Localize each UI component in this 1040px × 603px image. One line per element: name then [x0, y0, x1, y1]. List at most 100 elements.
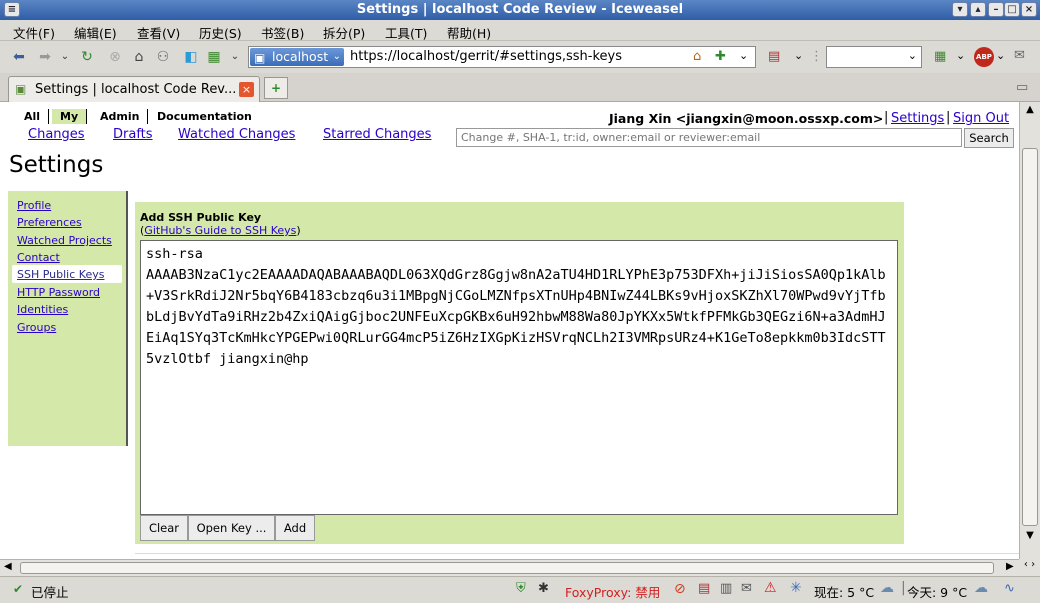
scroll-down-icon[interactable]: ▼	[1022, 530, 1038, 542]
url-bar[interactable]: ▣ localhost ⌄ https://localhost/gerrit/#…	[248, 46, 756, 68]
add-button[interactable]: Add	[275, 515, 315, 541]
clear-button[interactable]: Clear	[140, 515, 188, 541]
network-icon[interactable]: ✳	[790, 580, 802, 596]
site-identity-button[interactable]: ▣ localhost ⌄	[250, 48, 344, 66]
sign-out-link[interactable]: Sign Out	[953, 111, 1009, 126]
url-dropdown-icon[interactable]: ⌄	[739, 49, 748, 62]
weather-extra-icon[interactable]: ∿	[1004, 581, 1015, 596]
new-tab-button[interactable]: +	[264, 77, 288, 99]
scroll-right-icon[interactable]: ▶	[1006, 561, 1014, 572]
panel-divider	[135, 553, 1019, 554]
link-drafts[interactable]: Drafts	[113, 127, 153, 142]
user-divider: |	[884, 110, 889, 125]
nav-http-password[interactable]: HTTP Password	[17, 286, 100, 299]
tab-list-icon[interactable]: ▭	[1016, 80, 1028, 95]
bug-icon[interactable]: ✱	[538, 581, 549, 596]
search-input[interactable]	[456, 128, 962, 147]
link-watched-changes[interactable]: Watched Changes	[178, 127, 295, 142]
tab-close-icon[interactable]: ×	[239, 82, 254, 97]
menu-admin[interactable]: Admin	[92, 109, 149, 124]
readability-icon[interactable]: ▤	[768, 49, 780, 64]
nav-preferences[interactable]: Preferences	[17, 216, 82, 229]
settings-left-nav: Profile Preferences Watched Projects Con…	[8, 191, 128, 446]
menu-bookmarks[interactable]: 书签(B)	[261, 23, 304, 42]
reload-icon[interactable]: ↻	[78, 48, 96, 66]
menu-view[interactable]: 查看(V)	[137, 23, 180, 42]
screenshot-icon[interactable]: ◧	[182, 48, 200, 66]
cloud-today-icon: ☁	[974, 580, 988, 596]
menu-my[interactable]: My	[52, 109, 88, 124]
unshade-icon[interactable]: ▴	[970, 2, 986, 17]
cloud-icon: ☁	[880, 580, 894, 596]
foxyproxy-status[interactable]: FoxyProxy: 禁用	[565, 582, 660, 601]
site-identity-label: localhost	[272, 49, 329, 64]
nav-ssh-public-keys[interactable]: SSH Public Keys	[17, 268, 104, 281]
url-text: https://localhost/gerrit/#settings,ssh-k…	[350, 49, 623, 64]
menu-all[interactable]: All	[16, 109, 50, 124]
status-text: 已停止	[31, 585, 69, 600]
site-favicon-icon: ▣	[254, 51, 266, 65]
shade-icon[interactable]: ▾	[952, 2, 968, 17]
home-icon[interactable]: ⌂	[130, 48, 148, 66]
vertical-scrollbar[interactable]: ▲ ▼	[1019, 102, 1040, 559]
add-bookmark-icon[interactable]: ✚	[715, 49, 726, 64]
window-title-bar: ≡ Settings | localhost Code Review - Ice…	[0, 0, 1040, 20]
google-dropdown-icon[interactable]: ⌄	[226, 48, 244, 66]
nav-groups[interactable]: Groups	[17, 321, 56, 334]
vertical-scroll-thumb[interactable]	[1022, 148, 1038, 526]
stop-icon[interactable]: ⊗	[106, 48, 124, 66]
scroll-left-icon[interactable]: ◀	[4, 561, 12, 572]
open-key-button[interactable]: Open Key ...	[188, 515, 275, 541]
back-icon[interactable]: ⬅	[10, 48, 28, 66]
bookmark-manager-icon[interactable]: ⚇	[154, 48, 172, 66]
splitter-icon[interactable]: ⋮	[810, 49, 823, 64]
shield-icon[interactable]: ⛨	[516, 581, 526, 596]
warning-icon[interactable]: ⚠	[764, 580, 777, 596]
tab-favicon-icon: ▣	[15, 82, 27, 96]
nav-watched-projects[interactable]: Watched Projects	[17, 234, 112, 247]
forward-icon[interactable]: ➡	[36, 48, 54, 66]
horizontal-scroll-thumb[interactable]	[20, 562, 994, 574]
maximize-icon[interactable]: □	[1004, 2, 1020, 17]
menu-split[interactable]: 拆分(P)	[323, 23, 365, 42]
adblock-dropdown-icon[interactable]: ⌄	[996, 49, 1005, 62]
history-dropdown-icon[interactable]: ⌄	[56, 48, 74, 66]
mail-status-icon[interactable]: ✉	[741, 581, 752, 596]
nav-identities[interactable]: Identities	[17, 303, 68, 316]
close-icon[interactable]: ×	[1021, 2, 1037, 17]
weather-today[interactable]: 今天: 9 °C	[907, 582, 967, 601]
menu-file[interactable]: 文件(F)	[13, 23, 55, 42]
github-guide-link[interactable]: GitHub's Guide to SSH Keys	[144, 224, 296, 237]
menu-edit[interactable]: 编辑(E)	[74, 23, 117, 42]
ssh-key-textarea[interactable]: ssh-rsa AAAAB3NzaC1yc2EAAAADAQABAAABAQDL…	[140, 240, 898, 515]
adblock-icon[interactable]: ABP	[974, 47, 994, 67]
google-icon[interactable]: ▦	[205, 48, 223, 66]
search-button[interactable]: Search	[964, 128, 1014, 148]
form-icon[interactable]: ▥	[720, 581, 732, 596]
toolbar-dropdown-icon[interactable]: ⌄	[794, 49, 803, 62]
nav-profile[interactable]: Profile	[17, 199, 51, 212]
status-divider: |	[901, 580, 906, 596]
noscript-icon[interactable]: ⊘	[674, 581, 686, 597]
google-toolbar-dropdown-icon[interactable]: ⌄	[956, 49, 965, 62]
settings-link[interactable]: Settings	[891, 111, 944, 126]
horizontal-scrollbar[interactable]: ◀ ▶	[0, 559, 1019, 576]
tab-settings[interactable]: ▣ Settings | localhost Code Rev... ×	[8, 76, 260, 102]
menu-help[interactable]: 帮助(H)	[447, 23, 491, 42]
link-starred-changes[interactable]: Starred Changes	[323, 127, 431, 142]
google-toolbar-icon[interactable]: ▦	[934, 49, 946, 64]
user-identity: Jiang Xin <jiangxin@moon.ossxp.com>	[609, 111, 884, 126]
weather-now[interactable]: 现在: 5 °C	[814, 582, 874, 601]
menu-documentation[interactable]: Documentation	[149, 109, 260, 124]
user-divider-2: |	[946, 110, 951, 125]
home-page-icon[interactable]: ⌂	[693, 49, 701, 64]
search-engine-box[interactable]: ⌄	[826, 46, 922, 68]
reader-icon[interactable]: ▤	[698, 581, 710, 596]
menu-history[interactable]: 历史(S)	[199, 23, 242, 42]
menu-tools[interactable]: 工具(T)	[385, 23, 427, 42]
search-dropdown-icon[interactable]: ⌄	[908, 49, 917, 62]
minimize-icon[interactable]: –	[988, 2, 1004, 17]
scroll-up-icon[interactable]: ▲	[1022, 104, 1038, 116]
mail-icon[interactable]: ✉	[1014, 48, 1025, 63]
link-changes[interactable]: Changes	[28, 127, 85, 142]
